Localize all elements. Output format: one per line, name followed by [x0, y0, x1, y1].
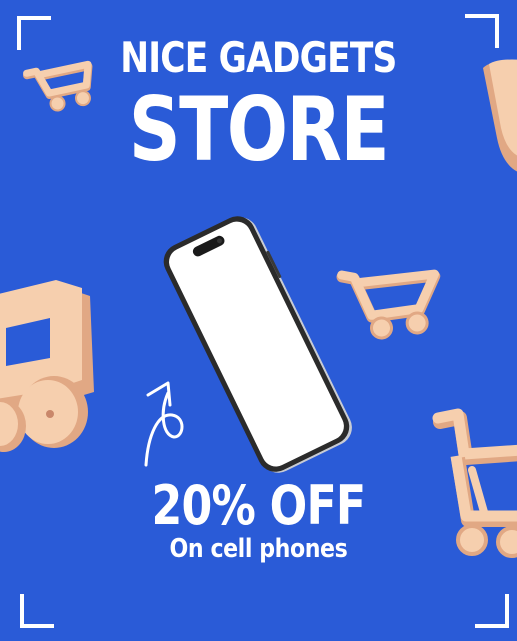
discount-text: 20% OFF — [151, 474, 367, 537]
store-title-line2: STORE — [128, 78, 390, 181]
shopping-cart-icon — [483, 59, 517, 172]
smartphone-icon — [163, 216, 352, 473]
corner-bracket-bottom-right-icon — [475, 594, 509, 628]
store-title-line1: NICE GADGETS — [120, 33, 397, 82]
shopping-cart-icon — [0, 280, 94, 452]
phone-screen — [169, 221, 344, 467]
corner-bracket-bottom-left-icon — [20, 594, 54, 628]
promo-poster: NICE GADGETS STORE 20% OFF On cell phone… — [0, 0, 517, 641]
discount-subtext: On cell phones — [169, 534, 348, 564]
